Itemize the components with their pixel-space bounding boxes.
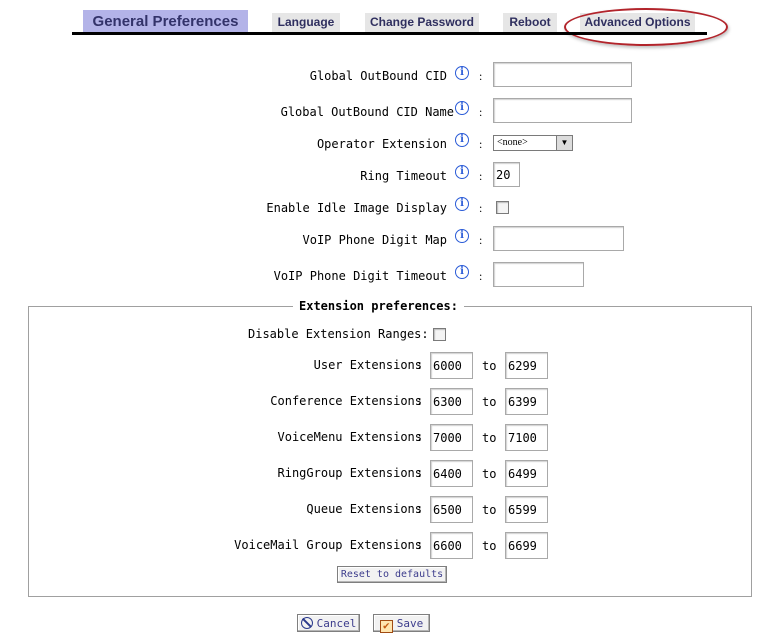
to-label: to — [482, 539, 497, 553]
tab-language[interactable]: Language — [272, 13, 340, 32]
extension-range-label: RingGroup Extensions — [277, 466, 423, 480]
extension-range-to-input[interactable] — [505, 388, 548, 415]
info-icon[interactable]: i — [455, 66, 469, 80]
label-global-outbound-cid: Global OutBound CID — [309, 69, 447, 83]
voip-digit-map-input[interactable] — [493, 226, 624, 251]
to-label: to — [482, 431, 497, 445]
extension-range-label: User Extensions — [313, 358, 422, 372]
colon: : — [416, 358, 424, 372]
tab-advanced-options[interactable]: Advanced Options — [580, 13, 695, 32]
label-ring-timeout: Ring Timeout — [360, 169, 447, 183]
info-icon[interactable]: i — [455, 229, 469, 243]
tab-reboot[interactable]: Reboot — [503, 13, 557, 32]
label-operator-extension: Operator Extension — [316, 137, 447, 151]
tab-general-preferences[interactable]: General Preferences — [83, 10, 248, 34]
colon: : — [479, 201, 483, 215]
reset-to-defaults-button[interactable]: Reset to defaults — [337, 566, 447, 583]
colon: : — [416, 466, 424, 480]
ring-timeout-input[interactable] — [493, 162, 520, 187]
colon: : — [416, 502, 424, 516]
extension-range-from-input[interactable] — [430, 352, 473, 379]
colon: : — [479, 137, 483, 151]
colon: : — [416, 430, 424, 444]
info-icon[interactable]: i — [455, 101, 469, 115]
extension-range-to-input[interactable] — [505, 424, 548, 451]
info-icon[interactable]: i — [455, 133, 469, 147]
tab-change-password[interactable]: Change Password — [365, 13, 479, 32]
label-enable-idle-image: Enable Idle Image Display — [266, 201, 447, 215]
global-outbound-cid-name-input[interactable] — [493, 98, 632, 123]
global-outbound-cid-input[interactable] — [493, 62, 632, 87]
extension-range-to-input[interactable] — [505, 496, 548, 523]
colon: : — [479, 69, 483, 83]
label-global-outbound-cid-name: Global OutBound CID Name — [280, 105, 454, 119]
extension-range-from-input[interactable] — [430, 388, 473, 415]
label-disable-extension-ranges: Disable Extension Ranges: — [248, 327, 429, 341]
colon: : — [479, 169, 483, 183]
info-icon[interactable]: i — [455, 265, 469, 279]
disable-ranges-checkbox[interactable] — [433, 328, 446, 341]
info-icon[interactable]: i — [455, 165, 469, 179]
idle-image-checkbox[interactable] — [496, 201, 509, 214]
operator-extension-select[interactable]: <none> ▼ — [493, 135, 573, 151]
reset-label: Reset to defaults — [340, 569, 444, 580]
colon: : — [479, 233, 483, 247]
to-label: to — [482, 467, 497, 481]
extension-preferences-legend: Extension preferences: — [293, 299, 464, 313]
operator-extension-value: <none> — [497, 137, 528, 148]
label-voip-digit-map: VoIP Phone Digit Map — [302, 233, 448, 247]
extension-range-to-input[interactable] — [505, 532, 548, 559]
extension-range-from-input[interactable] — [430, 424, 473, 451]
cancel-icon — [300, 617, 313, 629]
info-icon[interactable]: i — [455, 197, 469, 211]
extension-range-label: Conference Extensions — [270, 394, 422, 408]
extension-preferences-fieldset — [28, 306, 752, 597]
tab-underline — [72, 32, 707, 35]
cancel-button[interactable]: Cancel — [297, 614, 360, 632]
extension-range-to-input[interactable] — [505, 352, 548, 379]
save-icon: ✔ — [379, 620, 393, 633]
extension-range-from-input[interactable] — [430, 460, 473, 487]
colon: : — [416, 538, 424, 552]
voip-digit-timeout-input[interactable] — [493, 262, 584, 287]
to-label: to — [482, 503, 497, 517]
extension-range-label: VoiceMail Group Extensions — [234, 538, 422, 552]
extension-range-label: Queue Extensions — [306, 502, 422, 516]
colon: : — [416, 394, 424, 408]
colon: : — [479, 269, 483, 283]
colon: : — [479, 105, 483, 119]
extension-range-label: VoiceMenu Extensions — [277, 430, 423, 444]
extension-range-from-input[interactable] — [430, 496, 473, 523]
to-label: to — [482, 395, 497, 409]
label-voip-digit-timeout: VoIP Phone Digit Timeout — [273, 269, 447, 283]
chevron-down-icon[interactable]: ▼ — [556, 136, 572, 150]
save-label: Save — [396, 617, 424, 630]
extension-range-from-input[interactable] — [430, 532, 473, 559]
extension-range-to-input[interactable] — [505, 460, 548, 487]
save-button[interactable]: ✔ Save — [373, 614, 430, 633]
cancel-label: Cancel — [316, 617, 357, 630]
to-label: to — [482, 359, 497, 373]
